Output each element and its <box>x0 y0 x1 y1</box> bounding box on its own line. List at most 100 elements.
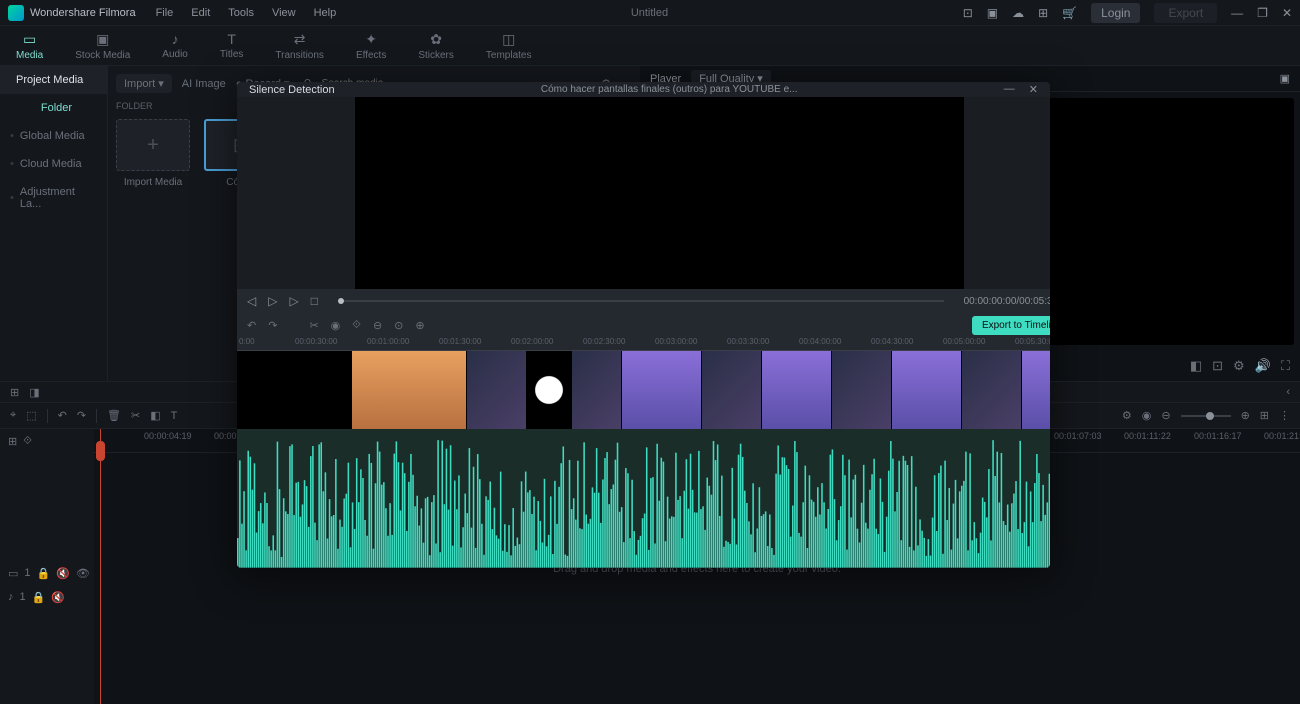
export-to-timeline-button[interactable]: Export to Timeline <box>972 316 1050 335</box>
tl-opts-icon[interactable]: ⋮ <box>1279 409 1290 422</box>
preview-filmstrip[interactable] <box>237 351 1050 429</box>
titlebar: Wondershare Filmora File Edit Tools View… <box>0 0 1300 26</box>
tl-select-icon[interactable]: ⬚ <box>26 409 36 422</box>
filmstrip-frame <box>467 351 527 429</box>
dock-panel-icon[interactable]: ◨ <box>29 386 39 399</box>
tab-media[interactable]: ▭Media <box>0 27 59 65</box>
player-fullscreen-icon[interactable]: ⛶ <box>1281 358 1290 374</box>
menu-tools[interactable]: Tools <box>228 7 254 19</box>
preview-ruler[interactable]: 0:00 00:00:30:00 00:01:00:00 00:01:30:00… <box>237 337 1050 351</box>
stop-icon[interactable]: □ <box>311 294 318 308</box>
player-settings-icon[interactable]: ⚙ <box>1233 358 1245 374</box>
ai-image-button[interactable]: AI Image <box>182 78 226 90</box>
mute-icon[interactable]: 🔇 <box>51 591 65 604</box>
login-button[interactable]: Login <box>1091 3 1140 23</box>
sidebar-item-global[interactable]: Global Media <box>0 122 107 150</box>
pv-zoom-fit-icon[interactable]: ⊙ <box>394 319 403 332</box>
tab-audio[interactable]: ♪Audio <box>146 27 204 64</box>
filmstrip-frame <box>832 351 892 429</box>
minimize-icon[interactable]: — <box>1231 6 1243 20</box>
tl-undo-icon[interactable]: ↶ <box>58 409 67 422</box>
video-track-icon: ▭ <box>8 567 18 580</box>
lock-icon[interactable]: 🔒 <box>32 591 46 604</box>
tl-grid-icon[interactable]: ⊞ <box>1260 409 1269 422</box>
cart-icon[interactable]: 🛒 <box>1062 6 1077 20</box>
eye-icon[interactable]: 👁 <box>76 567 90 580</box>
tl-cursor-icon[interactable]: ⌖ <box>10 409 16 422</box>
tl-audio-icon[interactable]: ◉ <box>1142 409 1152 422</box>
dock-layout-icon[interactable]: ⊞ <box>10 386 19 399</box>
sidebar-item-adjustment[interactable]: Adjustment La... <box>0 178 107 218</box>
pv-eye-icon[interactable]: ◉ <box>331 319 341 332</box>
pv-zoom-out-icon[interactable]: ⊖ <box>373 319 382 332</box>
transitions-icon: ⇄ <box>294 31 306 48</box>
apps-icon[interactable]: ⊞ <box>1038 6 1048 20</box>
tab-effects[interactable]: ✦Effects <box>340 27 402 65</box>
media-icon: ▭ <box>23 31 36 48</box>
waveform[interactable] <box>237 429 1050 568</box>
cloud-icon[interactable]: ☁ <box>1012 6 1024 20</box>
silence-detection-modal: Silence Detection Cómo hacer pantallas f… <box>237 82 1050 568</box>
import-media-tile[interactable]: + Import Media <box>116 119 190 188</box>
zoom-slider[interactable] <box>1181 415 1231 417</box>
tl-cut-icon[interactable]: ✂ <box>131 409 140 422</box>
preview-tools: ↶ ↷ ✂ ◉ ⟐ ⊖ ⊙ ⊕ Export to Timeline <box>237 313 1050 337</box>
menu-help[interactable]: Help <box>314 7 337 19</box>
modal-title: Silence Detection <box>249 84 335 96</box>
tab-templates[interactable]: ◫Templates <box>470 27 548 65</box>
modal-minimize-icon[interactable]: — <box>1004 83 1015 96</box>
plus-icon: + <box>116 119 190 171</box>
close-icon[interactable]: ✕ <box>1282 6 1292 20</box>
dock-collapse-icon[interactable]: ‹ <box>1286 386 1290 398</box>
pv-redo-icon[interactable]: ↷ <box>268 319 277 332</box>
export-button[interactable]: Export <box>1154 3 1217 23</box>
playhead[interactable] <box>100 429 101 704</box>
player-volume-icon[interactable]: 🔊 <box>1255 358 1271 374</box>
phone-icon[interactable]: ▣ <box>987 6 998 20</box>
filmstrip-frame <box>527 351 572 429</box>
tl-redo-icon[interactable]: ↷ <box>77 409 86 422</box>
next-frame-icon[interactable]: ▷ <box>289 294 298 308</box>
snapshot-icon[interactable]: ▣ <box>1280 72 1290 85</box>
player-clip-icon[interactable]: ◧ <box>1190 358 1202 374</box>
pv-cut-icon[interactable]: ✂ <box>309 319 318 332</box>
tl-delete-icon[interactable]: 🗑 <box>107 409 121 422</box>
tl-link-icon[interactable]: ⟐ <box>23 435 32 448</box>
app-logo-icon <box>8 5 24 21</box>
prev-frame-icon[interactable]: ◁ <box>247 294 256 308</box>
menu-view[interactable]: View <box>272 7 296 19</box>
player-icons: ◧ ⊡ ⚙ 🔊 ⛶ <box>1190 358 1290 374</box>
modal-header: Silence Detection Cómo hacer pantallas f… <box>237 82 1050 97</box>
sidebar-item-cloud[interactable]: Cloud Media <box>0 150 107 178</box>
menu-edit[interactable]: Edit <box>191 7 210 19</box>
preview-scrubber[interactable] <box>338 300 944 302</box>
tl-text-icon[interactable]: T <box>171 410 178 422</box>
mute-icon[interactable]: 🔇 <box>56 567 70 580</box>
preview-video <box>237 97 1050 289</box>
tl-crop-icon[interactable]: ◧ <box>150 409 160 422</box>
pv-zoom-in-icon[interactable]: ⊕ <box>415 319 424 332</box>
menu-file[interactable]: File <box>156 7 174 19</box>
sidebar-item-project[interactable]: Project Media <box>0 66 107 94</box>
tab-titles[interactable]: TTitles <box>204 27 260 64</box>
tab-stock-media[interactable]: ▣Stock Media <box>59 27 146 65</box>
play-icon[interactable]: ▷ <box>268 294 277 308</box>
tab-stickers[interactable]: ✿Stickers <box>402 27 470 65</box>
import-dropdown[interactable]: Import ▾ <box>116 74 172 93</box>
track-head-ruler: ⊞ ⟐ <box>0 429 94 453</box>
sidebar-item-folder[interactable]: Folder <box>0 94 107 122</box>
lock-icon[interactable]: 🔒 <box>37 567 51 580</box>
media-sidebar: Project Media Folder Global Media Cloud … <box>0 66 108 381</box>
pv-undo-icon[interactable]: ↶ <box>247 319 256 332</box>
tl-zoom-in-icon[interactable]: ⊕ <box>1241 409 1250 422</box>
preview-controls: ◁ ▷ ▷ □ 00:00:00:00/00:05:38:09 <box>237 289 1050 313</box>
modal-close-icon[interactable]: ✕ <box>1029 83 1038 96</box>
maximize-icon[interactable]: ❐ <box>1257 6 1268 20</box>
player-display-icon[interactable]: ⊡ <box>1212 358 1223 374</box>
screen-icon[interactable]: ⊡ <box>963 6 973 20</box>
tl-zoom-out-icon[interactable]: ⊖ <box>1161 409 1170 422</box>
tl-add-track-icon[interactable]: ⊞ <box>8 435 17 448</box>
tab-transitions[interactable]: ⇄Transitions <box>259 27 340 65</box>
tl-mixer-icon[interactable]: ⚙ <box>1122 409 1132 422</box>
pv-link-icon[interactable]: ⟐ <box>352 319 361 332</box>
